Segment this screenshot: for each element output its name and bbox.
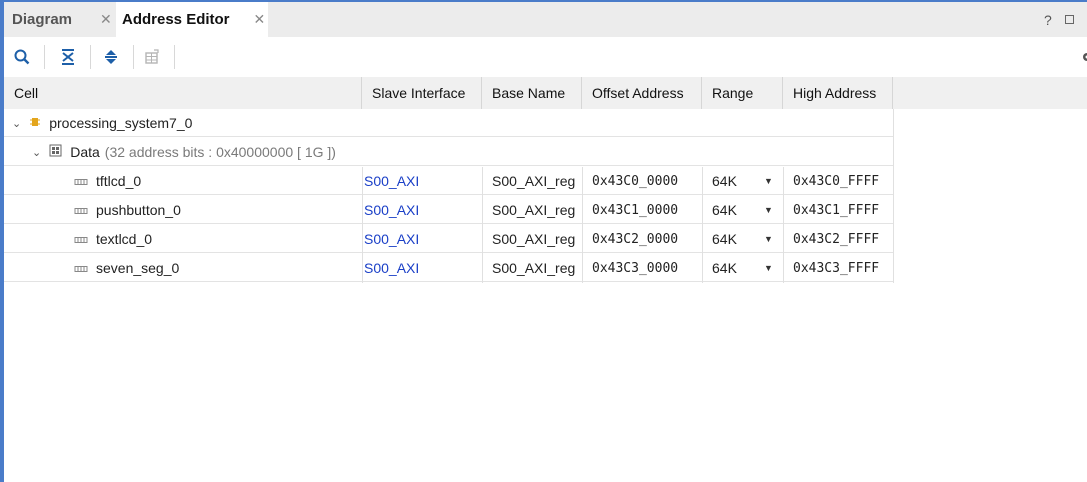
tree-row-root[interactable]: ⌄ processing_system7_0 xyxy=(4,109,893,137)
cell-name: textlcd_0 xyxy=(4,225,362,253)
range-value: 64K xyxy=(712,260,737,276)
column-divider xyxy=(783,167,784,283)
column-divider xyxy=(362,167,363,283)
collapse-all-icon[interactable] xyxy=(56,45,80,69)
range-value: 64K xyxy=(712,202,737,218)
tree-cell: ⌄ processing_system7_0 xyxy=(4,109,192,137)
column-header-offset-address[interactable]: Offset Address xyxy=(582,77,702,109)
settings-icon[interactable] xyxy=(1081,50,1087,62)
dropdown-arrow-icon[interactable]: ▼ xyxy=(764,176,773,186)
offset-address-field[interactable]: 0x43C2_0000 xyxy=(582,225,702,253)
cell-name: pushbutton_0 xyxy=(4,196,362,224)
high-address: 0x43C3_FFFF xyxy=(793,260,880,276)
offset-address-field[interactable]: 0x43C3_0000 xyxy=(582,254,702,282)
cell-name: seven_seg_0 xyxy=(4,254,362,282)
table-row[interactable]: tftlcd_0 S00_AXI S00_AXI_reg 0x43C0_0000… xyxy=(4,167,893,195)
root-label: processing_system7_0 xyxy=(49,115,193,131)
interface-icon xyxy=(74,173,88,189)
column-header-cell[interactable]: Cell xyxy=(4,77,362,109)
cell-label: pushbutton_0 xyxy=(96,202,181,218)
column-divider xyxy=(893,109,894,283)
dropdown-arrow-icon[interactable]: ▼ xyxy=(764,263,773,273)
slave-interface-link[interactable]: S00_AXI xyxy=(362,225,482,253)
chevron-down-icon[interactable]: ⌄ xyxy=(12,117,21,130)
column-divider xyxy=(482,167,483,283)
column-divider xyxy=(582,167,583,283)
cell-label: tftlcd_0 xyxy=(96,173,142,189)
tab-diagram[interactable]: Diagram ✕ xyxy=(12,2,112,37)
expand-all-icon[interactable] xyxy=(99,45,123,69)
toolbar-separator xyxy=(133,45,134,69)
high-address: 0x43C2_FFFF xyxy=(793,231,880,247)
help-icon[interactable]: ? xyxy=(1044,2,1052,37)
tab-address-editor[interactable]: Address Editor ✕ xyxy=(116,2,268,37)
range-select[interactable]: 64K ▼ xyxy=(702,254,783,282)
toolbar xyxy=(4,37,1087,77)
table-row[interactable]: pushbutton_0 S00_AXI S00_AXI_reg 0x43C1_… xyxy=(4,196,893,224)
column-header-base-name[interactable]: Base Name xyxy=(482,77,582,109)
group-label: Data xyxy=(70,144,100,160)
base-name: S00_AXI_reg xyxy=(492,231,576,247)
tree-cell: ⌄ Data (32 address bits : 0x40000000 [ 1… xyxy=(4,138,336,166)
address-space-icon xyxy=(49,144,62,160)
dropdown-arrow-icon[interactable]: ▼ xyxy=(764,205,773,215)
column-header-range[interactable]: Range xyxy=(702,77,783,109)
offset-address-field[interactable]: 0x43C0_0000 xyxy=(582,167,702,195)
tab-label: Address Editor xyxy=(122,11,230,28)
slave-interface-link[interactable]: S00_AXI xyxy=(362,167,482,195)
high-address: 0x43C0_FFFF xyxy=(793,173,880,189)
slave-interface-link[interactable]: S00_AXI xyxy=(362,254,482,282)
auto-assign-address-icon[interactable] xyxy=(140,45,164,69)
tab-bar: Diagram ✕ Address Editor ✕ ? xyxy=(4,2,1087,37)
toolbar-separator xyxy=(174,45,175,69)
interface-icon xyxy=(74,202,88,218)
column-header-slave-interface[interactable]: Slave Interface xyxy=(362,77,482,109)
range-select[interactable]: 64K ▼ xyxy=(702,167,783,195)
base-name: S00_AXI_reg xyxy=(492,173,576,189)
maximize-icon[interactable] xyxy=(1065,2,1075,37)
group-detail: (32 address bits : 0x40000000 [ 1G ]) xyxy=(104,144,336,160)
base-name: S00_AXI_reg xyxy=(492,260,576,276)
range-value: 64K xyxy=(712,231,737,247)
cell-name: tftlcd_0 xyxy=(4,167,362,195)
offset-address-field[interactable]: 0x43C1_0000 xyxy=(582,196,702,224)
cell-label: textlcd_0 xyxy=(96,231,153,247)
search-icon[interactable] xyxy=(10,45,34,69)
tree-row-group[interactable]: ⌄ Data (32 address bits : 0x40000000 [ 1… xyxy=(4,138,893,166)
chevron-down-icon[interactable]: ⌄ xyxy=(32,146,41,159)
tab-label: Diagram xyxy=(12,11,73,28)
range-select[interactable]: 64K ▼ xyxy=(702,196,783,224)
range-select[interactable]: 64K ▼ xyxy=(702,225,783,253)
processor-icon xyxy=(29,115,41,131)
range-value: 64K xyxy=(712,173,737,189)
close-icon[interactable]: ✕ xyxy=(100,11,112,28)
column-header-high-address[interactable]: High Address xyxy=(783,77,893,109)
high-address: 0x43C1_FFFF xyxy=(793,202,880,218)
dropdown-arrow-icon[interactable]: ▼ xyxy=(764,234,773,244)
toolbar-separator xyxy=(90,45,91,69)
toolbar-separator xyxy=(44,45,45,69)
table-row[interactable]: seven_seg_0 S00_AXI S00_AXI_reg 0x43C3_0… xyxy=(4,254,893,282)
interface-icon xyxy=(74,260,88,276)
close-icon[interactable]: ✕ xyxy=(254,11,266,28)
slave-interface-link[interactable]: S00_AXI xyxy=(362,196,482,224)
interface-icon xyxy=(74,231,88,247)
table-row[interactable]: textlcd_0 S00_AXI S00_AXI_reg 0x43C2_000… xyxy=(4,225,893,253)
base-name: S00_AXI_reg xyxy=(492,202,576,218)
cell-label: seven_seg_0 xyxy=(96,260,180,276)
column-divider xyxy=(702,167,703,283)
